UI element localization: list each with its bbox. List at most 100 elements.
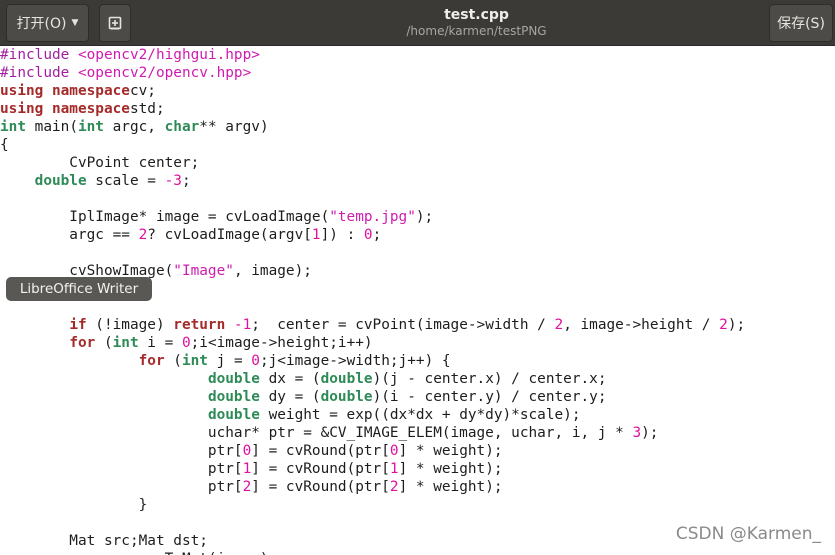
watermark: CSDN @Karmen_	[675, 524, 821, 544]
code-token: dy = (	[259, 389, 321, 405]
code-token: j =	[207, 353, 252, 369]
code-token: 2	[389, 479, 399, 495]
code-token: 2	[719, 317, 728, 333]
window-title: test.cpp	[444, 7, 509, 23]
code-token: "temp.jpg"	[329, 209, 416, 225]
code-token: return	[173, 317, 226, 333]
code-token: -1	[233, 317, 252, 333]
code-token: ;i<image->height;i++)	[190, 335, 373, 351]
code-token: (!image)	[86, 317, 174, 333]
code-line: Mat src;Mat dst;	[0, 532, 745, 550]
code-line: uchar* ptr = &CV_IMAGE_ELEM(image, uchar…	[0, 424, 745, 442]
code-token: "Image"	[173, 263, 234, 279]
code-line: double dy = (double)(i - center.y) / cen…	[0, 388, 745, 406]
code-token: double	[207, 407, 260, 423]
code-token: 1	[242, 461, 252, 477]
code-token: int	[112, 335, 139, 351]
code-line: ptr[1] = cvRound(ptr[1] * weight);	[0, 460, 745, 478]
code-token: ] * weight);	[398, 443, 503, 459]
code-token: for	[138, 353, 165, 369]
code-token: 2	[554, 317, 564, 333]
code-token: ptr[	[0, 443, 243, 459]
code-token: ] = cvRound(ptr[	[251, 443, 390, 459]
code-token: -3	[164, 173, 182, 189]
code-token: 0	[363, 227, 373, 243]
code-token: argc,	[103, 119, 165, 135]
code-token: argc ==	[0, 227, 139, 243]
code-token: IplImage* image = cvLoadImage(	[0, 209, 330, 225]
code-line: using namespacestd;	[0, 100, 745, 118]
code-token: double	[207, 389, 260, 405]
code-token: i =	[138, 335, 182, 351]
code-line: using namespacecv;	[0, 82, 745, 100]
code-token: #include	[0, 47, 78, 63]
code-token: ;	[372, 227, 382, 243]
code-token: std;	[129, 101, 165, 117]
code-line: #include <opencv2/highgui.hpp>	[0, 46, 745, 64]
code-line: double dx = (double)(j - center.x) / cen…	[0, 370, 745, 388]
code-token: 0	[242, 443, 252, 459]
save-button[interactable]: 保存(S)	[769, 4, 833, 42]
code-token: main(	[26, 119, 78, 135]
code-token: src = cvarrToMat(image);	[0, 551, 277, 555]
code-line: {	[0, 136, 745, 154]
code-token: for	[69, 335, 96, 351]
code-token: 3	[632, 425, 642, 441]
code-token: }	[0, 497, 148, 513]
code-token: #include	[0, 65, 78, 81]
code-token: ** argv)	[199, 119, 269, 135]
code-token: int	[0, 119, 26, 135]
code-line: ptr[2] = cvRound(ptr[2] * weight);	[0, 478, 745, 496]
code-token: char	[164, 119, 200, 135]
open-menu-button[interactable]: 打开(O) ▼	[6, 4, 89, 42]
code-token: Mat src;Mat dst;	[0, 533, 208, 549]
code-token: <opencv2/highgui.hpp>	[77, 47, 260, 63]
code-token: ]) :	[320, 227, 364, 243]
code-line: double scale = -3;	[0, 172, 745, 190]
code-token: );	[415, 209, 434, 225]
code-line: CvPoint center;	[0, 154, 745, 172]
code-token: ptr[	[0, 479, 243, 495]
open-button-label: 打开(O)	[16, 16, 67, 32]
code-token: dx = (	[259, 371, 321, 387]
code-line: argc == 2? cvLoadImage(argv[1]) : 0;	[0, 226, 745, 244]
chevron-down-icon: ▼	[71, 18, 79, 28]
code-token: ? cvLoadImage(argv[	[147, 227, 312, 243]
code-token: , image->height /	[563, 317, 720, 333]
save-button-label: 保存(S)	[777, 16, 825, 32]
code-token: ] = cvRound(ptr[	[251, 479, 390, 495]
code-token: 1	[389, 461, 399, 477]
code-token: double	[207, 371, 260, 387]
code-token: );	[727, 317, 746, 333]
code-line: #include <opencv2/opencv.hpp>	[0, 64, 745, 82]
new-document-button[interactable]	[99, 4, 131, 42]
code-token: )(j - center.x) / center.x;	[372, 371, 607, 387]
code-token: ; center = cvPoint(image->width /	[251, 317, 555, 333]
code-token: 0	[251, 353, 260, 369]
code-token: ] * weight);	[398, 479, 503, 495]
code-token: )(i - center.y) / center.y;	[372, 389, 607, 405]
tooltip: LibreOffice Writer	[6, 277, 152, 301]
code-line: if (!image) return -1; center = cvPoint(…	[0, 316, 745, 334]
code-line: src = cvarrToMat(image);	[0, 550, 745, 555]
code-line: for (int i = 0;i<image->height;i++)	[0, 334, 745, 352]
code-token: {	[0, 137, 9, 153]
code-line: for (int j = 0;j<image->width;j++) {	[0, 352, 745, 370]
code-token: 0	[181, 335, 191, 351]
code-token: (	[164, 353, 182, 369]
code-line: int main(int argc, char** argv)	[0, 118, 745, 136]
code-token: int	[181, 353, 208, 369]
code-token: if	[69, 317, 87, 333]
code-line: IplImage* image = cvLoadImage("temp.jpg"…	[0, 208, 745, 226]
code-token: ptr[	[0, 461, 243, 477]
code-token: scale =	[86, 173, 165, 189]
new-document-icon	[108, 16, 122, 30]
